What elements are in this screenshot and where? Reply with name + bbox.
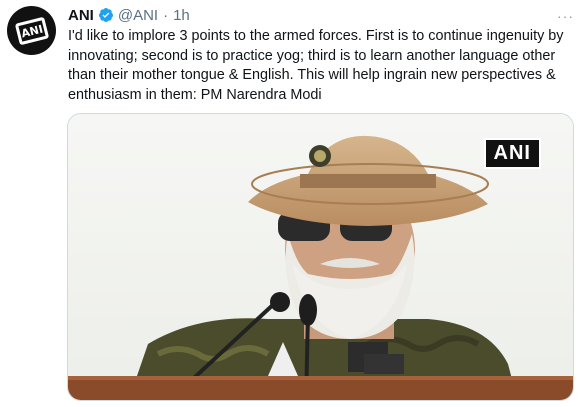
separator-dot: · bbox=[163, 6, 169, 24]
tweet[interactable]: ANI ANI @ANI · 1h ··· I'd like to implor… bbox=[0, 0, 586, 407]
verified-badge-icon bbox=[98, 8, 113, 22]
more-icon[interactable]: ··· bbox=[557, 8, 574, 24]
tweet-text: I'd like to implore 3 points to the arme… bbox=[68, 28, 564, 103]
timestamp[interactable]: 1h bbox=[173, 7, 190, 24]
tweet-header: ANI @ANI · 1h bbox=[68, 5, 190, 25]
ani-watermark: ANI bbox=[483, 138, 541, 169]
author-handle[interactable]: @ANI bbox=[118, 7, 158, 24]
avatar[interactable]: ANI bbox=[7, 6, 56, 55]
tweet-media[interactable]: ANI bbox=[67, 113, 574, 401]
ani-logo: ANI bbox=[14, 16, 49, 45]
author-name[interactable]: ANI bbox=[68, 7, 94, 24]
